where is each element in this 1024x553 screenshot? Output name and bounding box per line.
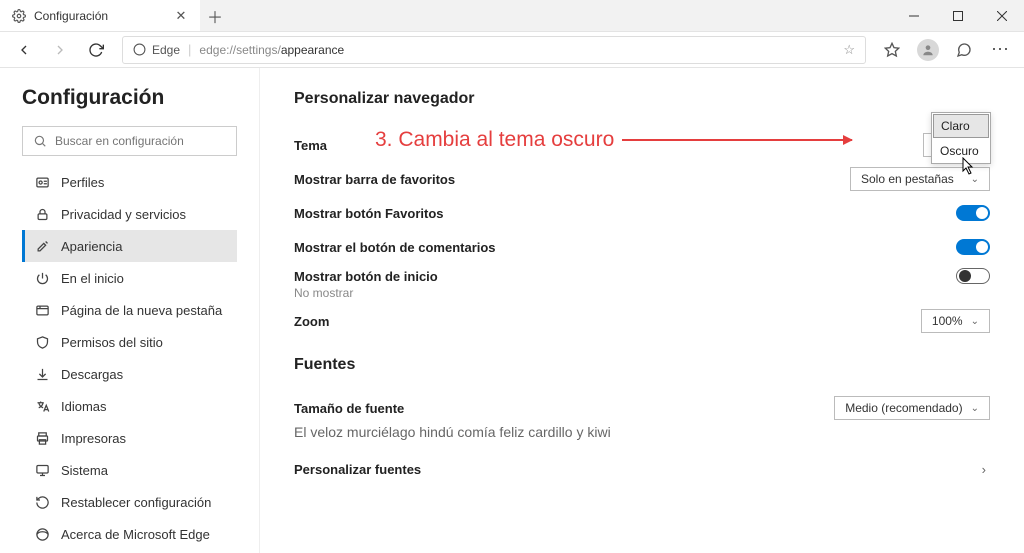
sidebar-item-download[interactable]: Descargas (22, 358, 237, 390)
reset-icon (35, 495, 50, 510)
sidebar-item-newtab[interactable]: Página de la nueva pestaña (22, 294, 237, 326)
favorites-bar-label: Mostrar barra de favoritos (294, 172, 455, 187)
tab-title: Configuración (34, 9, 166, 23)
font-size-select[interactable]: Medio (recomendado)⌄ (834, 396, 990, 420)
favorite-star-icon[interactable]: ☆ (843, 42, 855, 58)
url-text: edge://settings/appearance (199, 43, 344, 57)
favorites-button-label: Mostrar botón Favoritos (294, 206, 444, 221)
theme-option-dark[interactable]: Oscuro (932, 139, 990, 163)
sidebar-item-label: Página de la nueva pestaña (61, 303, 222, 318)
window-close-button[interactable] (980, 0, 1024, 31)
window-titlebar: Configuración ✕ ＋ (0, 0, 1024, 32)
brush-icon (35, 239, 50, 254)
forward-button[interactable] (44, 36, 76, 64)
favorites-bar-select[interactable]: Solo en pestañas⌄ (850, 167, 990, 191)
zoom-label: Zoom (294, 314, 329, 329)
sidebar-item-brush[interactable]: Apariencia (22, 230, 237, 262)
sidebar-item-shield[interactable]: Permisos del sitio (22, 326, 237, 358)
theme-label: Tema (294, 138, 327, 153)
favorites-button-toggle[interactable] (956, 205, 990, 221)
sidebar-item-language[interactable]: Idiomas (22, 390, 237, 422)
chevron-down-icon: ⌄ (971, 403, 979, 414)
home-button-sublabel: No mostrar (294, 286, 353, 300)
menu-button[interactable]: ⋯ (984, 36, 1016, 64)
sidebar-item-label: En el inicio (61, 271, 124, 286)
sidebar-item-label: Perfiles (61, 175, 104, 190)
section-fonts-heading: Fuentes (294, 356, 990, 374)
lock-icon (35, 207, 50, 222)
power-icon (35, 271, 50, 286)
sidebar-item-label: Privacidad y servicios (61, 207, 186, 222)
shield-icon (35, 335, 50, 350)
section-personalize-heading: Personalizar navegador (294, 90, 990, 108)
feedback-button-label: Mostrar el botón de comentarios (294, 240, 496, 255)
new-tab-button[interactable]: ＋ (200, 0, 230, 31)
sidebar-item-label: Permisos del sitio (61, 335, 163, 350)
sidebar-item-power[interactable]: En el inicio (22, 262, 237, 294)
zoom-select[interactable]: 100%⌄ (921, 309, 990, 333)
theme-dropdown: Claro Oscuro (931, 112, 991, 164)
site-identity: Edge (133, 43, 180, 57)
customize-fonts-label: Personalizar fuentes (294, 462, 421, 477)
chevron-down-icon: ⌄ (971, 174, 979, 185)
sidebar-item-printer[interactable]: Impresoras (22, 422, 237, 454)
sidebar-item-system[interactable]: Sistema (22, 454, 237, 486)
sidebar-item-label: Sistema (61, 463, 108, 478)
gear-icon (12, 9, 26, 23)
language-icon (35, 399, 50, 414)
printer-icon (35, 431, 50, 446)
sidebar-item-edge[interactable]: Acerca de Microsoft Edge (22, 518, 237, 550)
sidebar-item-label: Idiomas (61, 399, 107, 414)
chevron-down-icon: ⌄ (971, 316, 979, 327)
edge-icon (35, 527, 50, 542)
search-icon (33, 134, 47, 148)
sidebar-item-label: Descargas (61, 367, 123, 382)
home-button-toggle[interactable] (956, 268, 990, 284)
settings-main: Personalizar navegador Tema Claro ⌄ Mostr… (260, 68, 1024, 553)
browser-toolbar: Edge | edge://settings/appearance ☆ ⋯ (0, 32, 1024, 68)
sidebar-item-user[interactable]: Perfiles (22, 166, 237, 198)
window-maximize-button[interactable] (936, 0, 980, 31)
search-input[interactable] (55, 134, 226, 148)
system-icon (35, 463, 50, 478)
feedback-button[interactable] (948, 36, 980, 64)
sidebar-item-label: Impresoras (61, 431, 126, 446)
close-tab-icon[interactable]: ✕ (174, 9, 188, 23)
download-icon (35, 367, 50, 382)
settings-sidebar: Configuración Perfiles Privacidad y servi… (0, 68, 260, 553)
newtab-icon (35, 303, 50, 318)
chevron-right-icon[interactable]: › (982, 462, 986, 477)
favorites-button[interactable] (876, 36, 908, 64)
window-minimize-button[interactable] (892, 0, 936, 31)
sidebar-item-label: Restablecer configuración (61, 495, 211, 510)
font-sample-text: El veloz murciélago hindú comía feliz ca… (294, 424, 990, 440)
sidebar-item-lock[interactable]: Privacidad y servicios (22, 198, 237, 230)
back-button[interactable] (8, 36, 40, 64)
refresh-button[interactable] (80, 36, 112, 64)
home-button-label: Mostrar botón de inicio (294, 269, 438, 284)
browser-tab[interactable]: Configuración ✕ (0, 0, 200, 31)
sidebar-heading: Configuración (22, 86, 237, 110)
sidebar-item-reset[interactable]: Restablecer configuración (22, 486, 237, 518)
font-size-label: Tamaño de fuente (294, 401, 404, 416)
profile-button[interactable] (912, 36, 944, 64)
theme-option-light[interactable]: Claro (933, 114, 989, 138)
address-bar[interactable]: Edge | edge://settings/appearance ☆ (122, 36, 866, 64)
sidebar-item-label: Acerca de Microsoft Edge (61, 527, 210, 542)
feedback-button-toggle[interactable] (956, 239, 990, 255)
user-icon (35, 175, 50, 190)
settings-search[interactable] (22, 126, 237, 156)
separator: | (188, 42, 191, 57)
sidebar-item-label: Apariencia (61, 239, 122, 254)
